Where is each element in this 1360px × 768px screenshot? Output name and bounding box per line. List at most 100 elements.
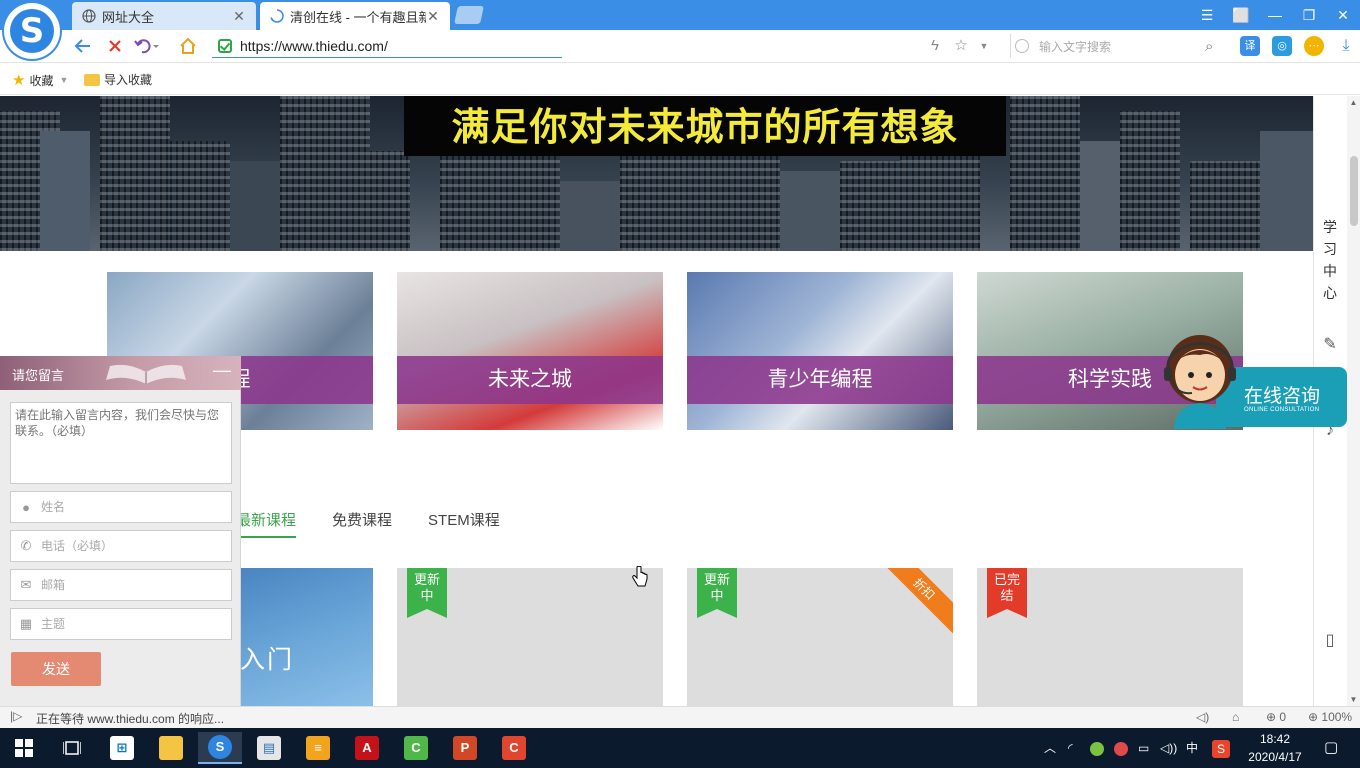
volume-icon[interactable]: ◁))	[1160, 728, 1177, 768]
online-consultation-widget[interactable]: 在线咨询 ONLINE CONSULTATION	[1156, 325, 1347, 433]
favorites-label: 收藏	[29, 73, 54, 88]
taskbar-powerpoint[interactable]: P	[443, 732, 487, 764]
restore-button[interactable]: ❐	[1292, 0, 1326, 30]
taskbar-recorder[interactable]: C	[492, 732, 536, 764]
wifi-icon[interactable]: ◜	[1068, 728, 1073, 768]
name-field[interactable]: ●	[10, 491, 232, 523]
window-controls: ☰ ⬜ — ❐ ✕	[1190, 0, 1360, 30]
vertical-scrollbar[interactable]: ▲ ▼	[1347, 96, 1360, 706]
tab-stem-courses[interactable]: STEM课程	[428, 510, 500, 538]
search-box[interactable]: 输入文字搜索 ⌕	[1010, 34, 1225, 58]
name-input[interactable]	[41, 493, 231, 521]
tray-app-icon[interactable]	[1090, 728, 1104, 768]
subject-field[interactable]: ▦	[10, 608, 232, 640]
tab-url-directory[interactable]: 网址大全 ✕	[72, 2, 256, 30]
folder-icon	[84, 73, 100, 86]
banner-title: 满足你对未来城市的所有想象	[451, 105, 959, 149]
phone-field[interactable]: ✆	[10, 530, 232, 562]
home-button[interactable]	[175, 34, 201, 58]
mute-icon[interactable]: ◁)	[1196, 710, 1209, 724]
consult-subtitle: ONLINE CONSULTATION	[1244, 407, 1320, 413]
download-count[interactable]: ⊕ 0	[1266, 710, 1286, 724]
task-view-button[interactable]	[50, 732, 94, 764]
course-card-2[interactable]: 更新中	[397, 568, 663, 706]
tab-title: 清创在线 - 一个有趣且新	[290, 9, 426, 25]
sogou-ime-icon[interactable]: S	[1212, 728, 1230, 768]
lightning-icon[interactable]: ϟ	[924, 34, 946, 58]
category-card-future-city[interactable]: 未来之城	[397, 272, 663, 430]
taskbar-explorer[interactable]	[149, 732, 193, 764]
skin-icon[interactable]: ⬜	[1224, 0, 1258, 30]
taskbar-camtasia[interactable]: C	[394, 732, 438, 764]
close-window-button[interactable]: ✕	[1326, 0, 1360, 30]
sidebar-toggle-icon[interactable]: |▷	[10, 709, 22, 723]
taskbar-file-manager[interactable]: ▤	[247, 732, 291, 764]
screenshot-icon[interactable]: ◎	[1272, 36, 1292, 56]
browser-title-bar: 网址大全 ✕ 清创在线 - 一个有趣且新 ✕ ☰ ⬜ — ❐ ✕	[0, 0, 1360, 30]
taskbar-browser[interactable]: S	[198, 732, 242, 764]
import-favorites-link[interactable]: 导入收藏	[84, 71, 152, 88]
send-button[interactable]: 发送	[11, 652, 101, 686]
chevron-down-icon[interactable]: ▼	[976, 34, 992, 58]
course-card-3[interactable]: 更新中 折扣	[687, 568, 953, 706]
scrollbar-thumb[interactable]	[1350, 156, 1358, 226]
notification-icon[interactable]: ▢	[1324, 728, 1338, 768]
new-tab-button[interactable]	[454, 6, 484, 24]
discount-badge: 折扣	[877, 568, 953, 636]
zoom-level[interactable]: ⊕ 100%	[1308, 710, 1352, 724]
tab-close-icon[interactable]: ✕	[232, 8, 246, 25]
download-icon[interactable]: ⤓	[1336, 36, 1356, 56]
start-button[interactable]	[2, 732, 46, 764]
translate-icon[interactable]: 译	[1240, 36, 1260, 56]
chevron-down-icon: ▼	[59, 75, 69, 85]
url-bar[interactable]: https://www.thiedu.com/	[212, 34, 562, 58]
email-input[interactable]	[41, 571, 231, 599]
back-button[interactable]	[70, 34, 96, 58]
status-ribbon: 更新中	[407, 568, 447, 618]
favorites-menu[interactable]: ★ 收藏 ▼	[12, 71, 68, 89]
tab-free-courses[interactable]: 免费课程	[332, 510, 392, 538]
undo-close-button[interactable]	[134, 34, 160, 58]
taskbar-store[interactable]: ⊞	[100, 732, 144, 764]
study-center-link[interactable]: 学习中心	[1314, 216, 1345, 304]
taskbar-notes[interactable]: ≡	[296, 732, 340, 764]
favorite-star-icon[interactable]: ☆	[950, 34, 972, 58]
search-placeholder: 输入文字搜索	[1039, 39, 1112, 54]
subject-input[interactable]	[41, 610, 231, 638]
tab-thiedu[interactable]: 清创在线 - 一个有趣且新 ✕	[260, 2, 450, 30]
tab-latest-courses[interactable]: 最新课程	[236, 510, 297, 538]
course-card-4[interactable]: 已完结	[977, 568, 1243, 706]
battery-icon[interactable]: ▭	[1138, 728, 1149, 768]
stop-loading-button[interactable]	[102, 34, 128, 58]
cursor-icon	[632, 565, 648, 588]
category-card-youth-coding[interactable]: 青少年编程	[687, 272, 953, 430]
banner-title-box: 满足你对未来城市的所有想象	[404, 96, 1006, 156]
more-icon[interactable]: ⋯	[1304, 36, 1324, 56]
windows-logo-icon	[15, 739, 33, 757]
screenshot-tool-icon[interactable]: ⌂	[1232, 710, 1239, 724]
secure-shield-icon	[218, 38, 232, 53]
phone-icon: ✆	[20, 538, 32, 553]
windows-taskbar: ⊞ S ▤ ≡ A C P C ︿ ◜ ▭ ◁)) 中 S 18:42 2020…	[0, 728, 1360, 768]
status-text: 正在等待 www.thiedu.com 的响应...	[36, 712, 225, 726]
system-clock[interactable]: 18:42 2020/4/17	[1240, 730, 1310, 766]
minimize-form-button[interactable]: —	[213, 360, 231, 381]
ime-indicator[interactable]: 中	[1186, 728, 1198, 768]
globe-icon	[82, 9, 96, 23]
search-icon[interactable]: ⌕	[1205, 38, 1225, 55]
tray-expand-icon[interactable]: ︿	[1044, 728, 1056, 768]
email-field[interactable]: ✉	[10, 569, 232, 601]
phone-input[interactable]	[41, 532, 231, 560]
minimize-button[interactable]: —	[1258, 0, 1292, 30]
menu-icon[interactable]: ☰	[1190, 0, 1224, 30]
browser-logo[interactable]: S	[4, 3, 60, 59]
message-textarea[interactable]	[10, 402, 232, 484]
scroll-up-icon[interactable]: ▲	[1347, 98, 1360, 107]
tray-app2-icon[interactable]	[1114, 728, 1128, 768]
tab-close-icon[interactable]: ✕	[426, 8, 440, 25]
taskbar-pdf[interactable]: A	[345, 732, 389, 764]
scroll-down-icon[interactable]: ▼	[1347, 695, 1360, 704]
mobile-icon[interactable]: ▯	[1314, 630, 1345, 650]
city-banner: 满足你对未来城市的所有想象	[0, 96, 1313, 251]
tab-title: 网址大全	[102, 9, 155, 25]
